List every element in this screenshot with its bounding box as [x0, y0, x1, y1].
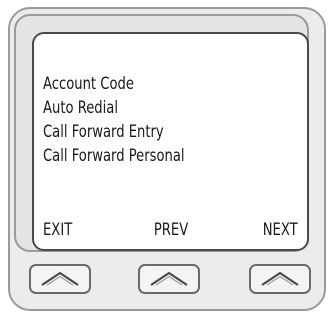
menu-item-call-forward-personal: Call Forward Personal	[43, 146, 185, 166]
softkey-labels: EXIT PREV NEXT	[43, 218, 298, 242]
chevron-up-icon	[261, 271, 299, 286]
softkey-label-next: NEXT	[263, 220, 298, 240]
softkey-button-next[interactable]	[249, 264, 311, 294]
feature-menu-list: Account Code Auto Redial Call Forward En…	[43, 72, 208, 168]
chevron-up-icon	[41, 271, 79, 286]
lcd-display: Account Code Auto Redial Call Forward En…	[32, 32, 309, 251]
menu-item-auto-redial: Auto Redial	[43, 98, 119, 118]
softkey-label-exit: EXIT	[43, 220, 73, 240]
chevron-up-icon	[150, 271, 188, 286]
menu-item-call-forward-entry: Call Forward Entry	[43, 122, 164, 142]
softkey-label-prev: PREV	[153, 220, 188, 240]
softkey-button-exit[interactable]	[29, 264, 91, 294]
menu-item-account-code: Account Code	[43, 74, 134, 94]
softkey-button-prev[interactable]	[138, 264, 200, 294]
